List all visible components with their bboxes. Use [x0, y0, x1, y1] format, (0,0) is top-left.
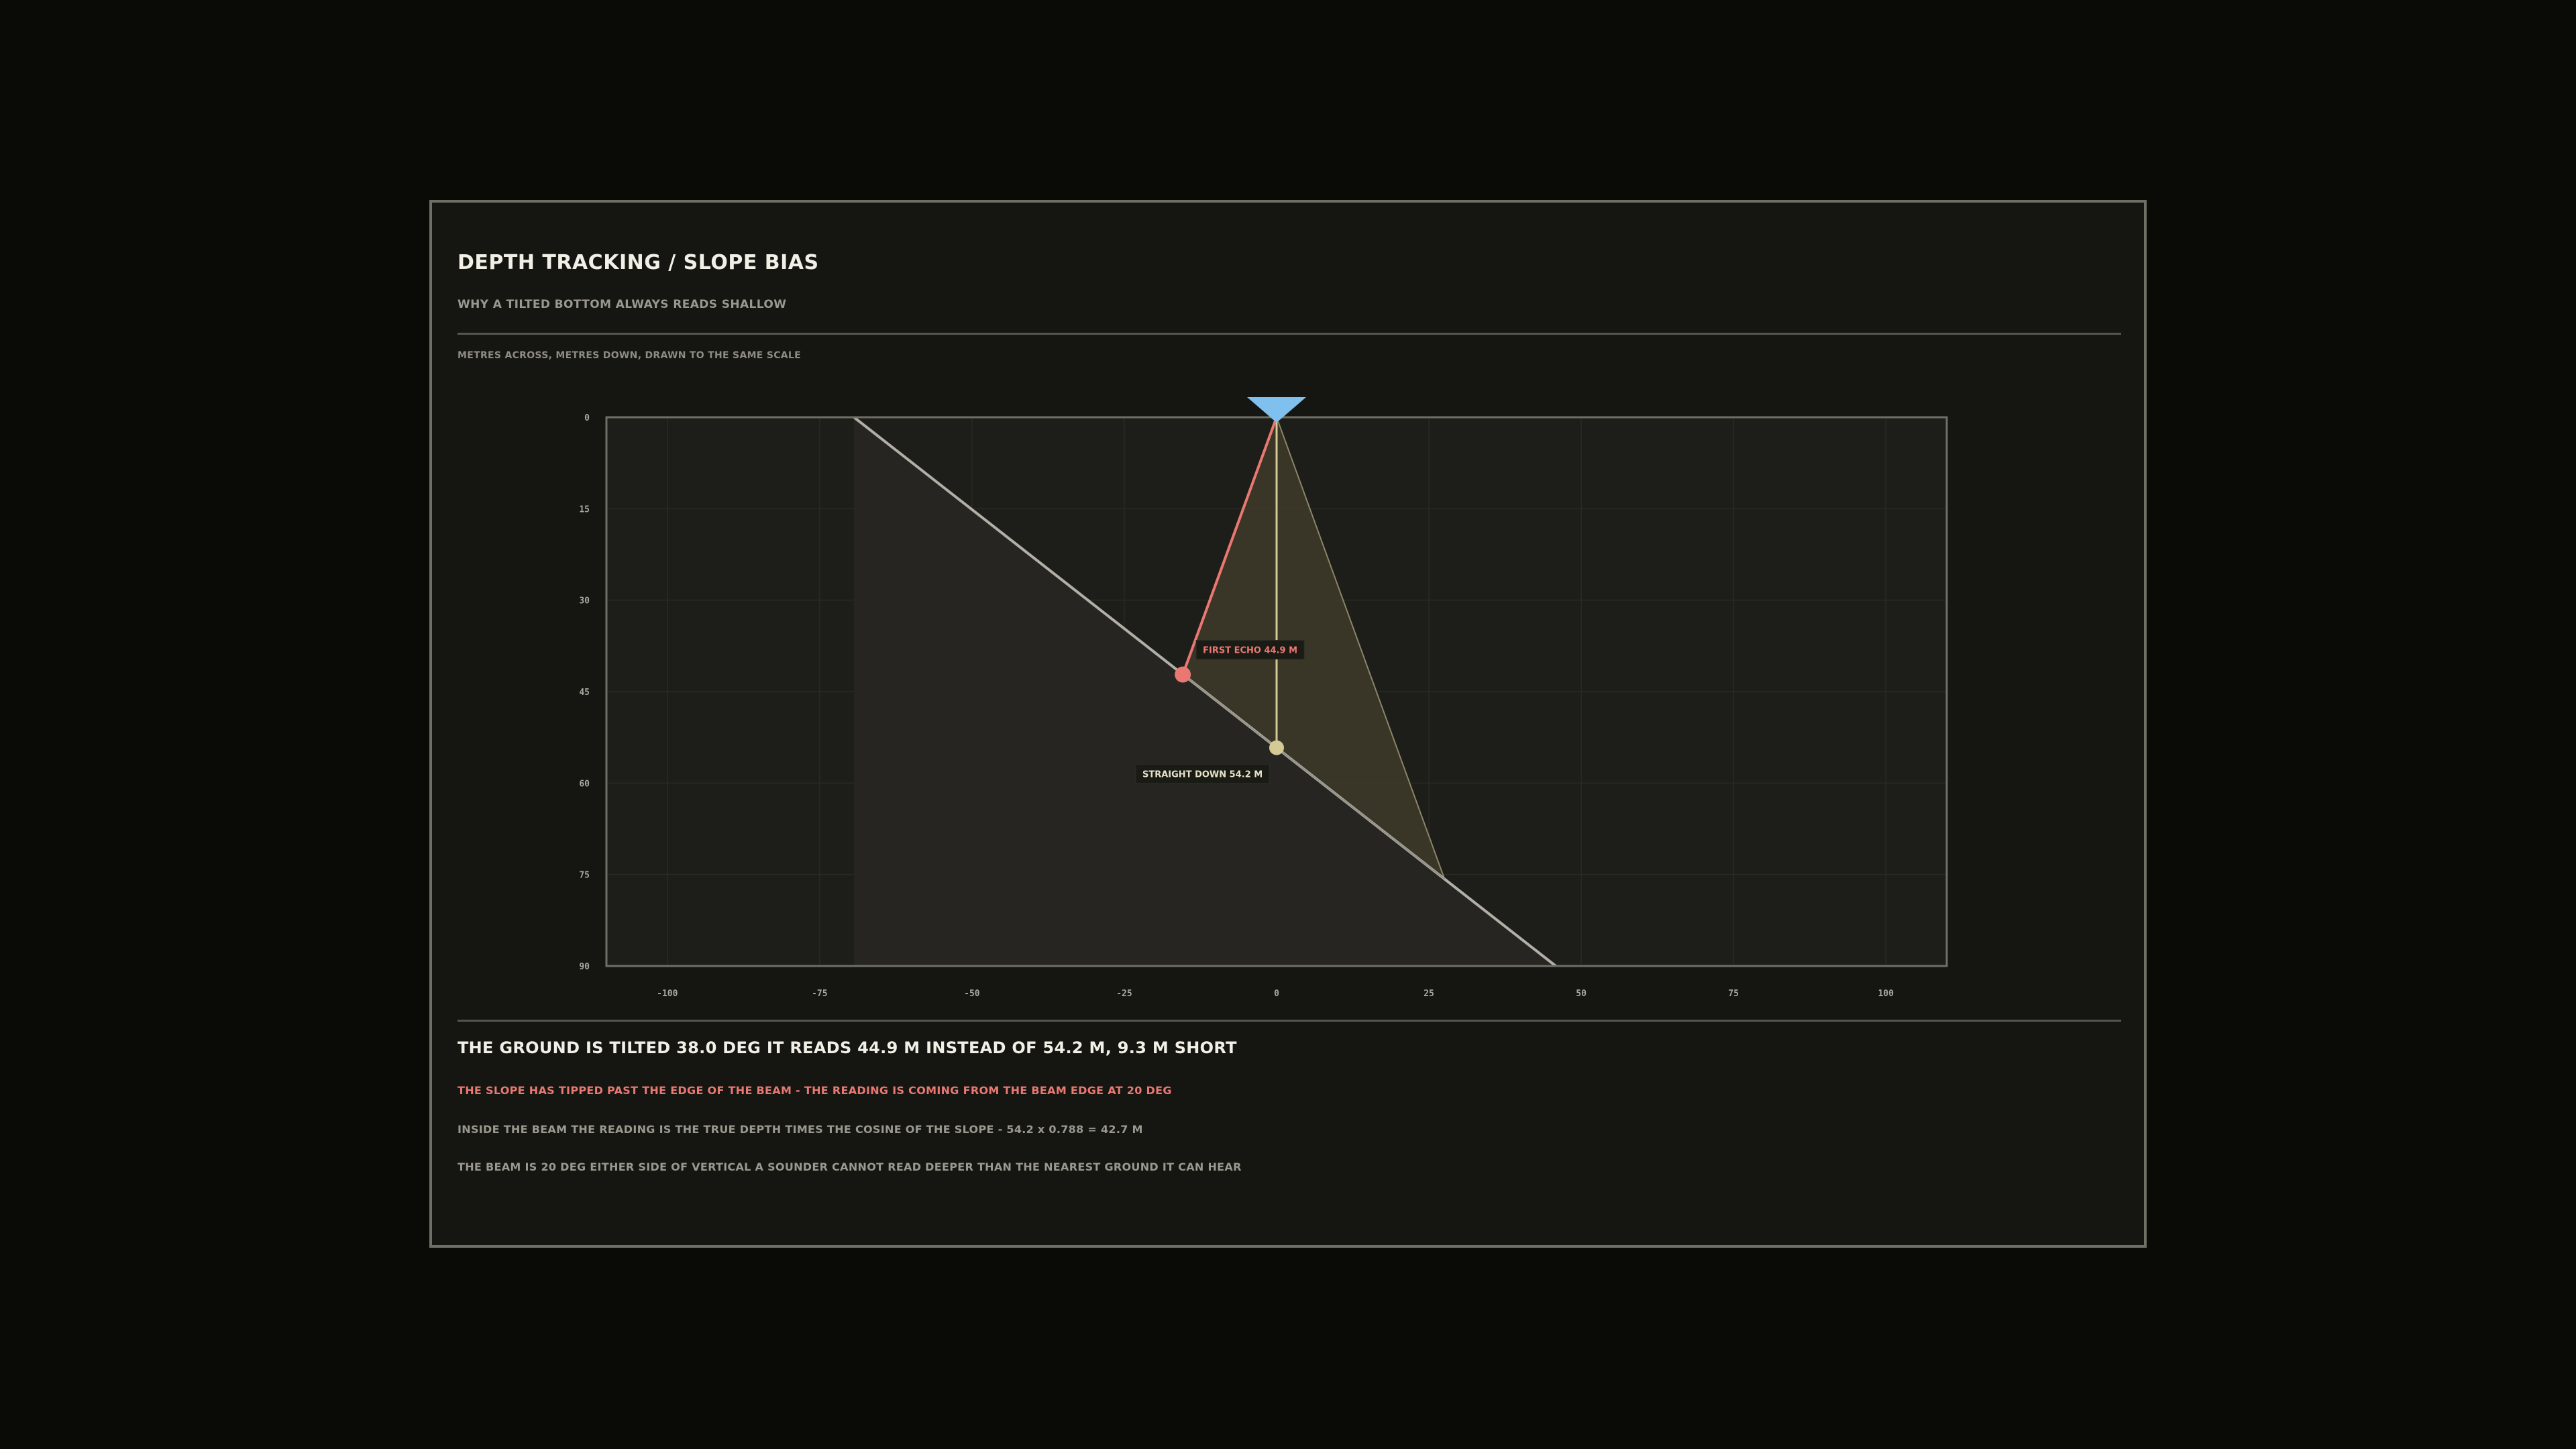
summary-divider — [458, 1020, 2121, 1022]
x-tick-label: -25 — [1116, 989, 1132, 999]
x-tick-label: 25 — [1424, 989, 1434, 999]
y-tick-label: 0 — [584, 413, 590, 423]
summary-headline: THE GROUND IS TILTED 38.0 DEG IT READS 4… — [458, 1038, 1237, 1057]
cosine-note: INSIDE THE BEAM THE READING IS THE TRUE … — [458, 1123, 1143, 1136]
x-tick-label: -75 — [812, 989, 827, 999]
y-tick-label: 15 — [579, 504, 590, 515]
x-axis-ticks: -100 -75 -50 -25 0 25 50 75 100 — [657, 989, 1894, 999]
y-tick-label: 75 — [579, 871, 590, 881]
first-echo-point — [1175, 666, 1191, 683]
main-panel: DEPTH TRACKING / SLOPE BIAS WHY A TILTED… — [429, 200, 2147, 1248]
y-tick-label: 60 — [579, 779, 590, 789]
straight-down-label: STRAIGHT DOWN 54.2 M — [1135, 764, 1270, 784]
x-tick-label: -50 — [964, 989, 980, 999]
first-echo-label: FIRST ECHO 44.9 M — [1195, 640, 1305, 660]
beam-edge-warning: THE SLOPE HAS TIPPED PAST THE EDGE OF TH… — [458, 1084, 1172, 1097]
first-echo-text: FIRST ECHO 44.9 M — [1203, 646, 1297, 656]
slope-diagram: FIRST ECHO 44.9 M STRAIGHT DOWN 54.2 M -… — [579, 397, 1948, 999]
y-tick-label: 45 — [579, 688, 590, 698]
x-tick-label: 75 — [1728, 989, 1739, 999]
y-tick-label: 30 — [579, 596, 590, 606]
y-tick-label: 90 — [579, 962, 590, 972]
x-tick-label: 0 — [1274, 989, 1279, 999]
beam-width-note: THE BEAM IS 20 DEG EITHER SIDE OF VERTIC… — [458, 1161, 1242, 1173]
straight-down-text: STRAIGHT DOWN 54.2 M — [1142, 770, 1263, 780]
x-tick-label: 100 — [1878, 989, 1894, 999]
x-tick-label: -100 — [657, 989, 678, 999]
straight-down-point — [1269, 740, 1284, 755]
x-tick-label: 50 — [1576, 989, 1587, 999]
y-axis-ticks: 0 15 30 45 60 75 90 — [579, 413, 590, 972]
